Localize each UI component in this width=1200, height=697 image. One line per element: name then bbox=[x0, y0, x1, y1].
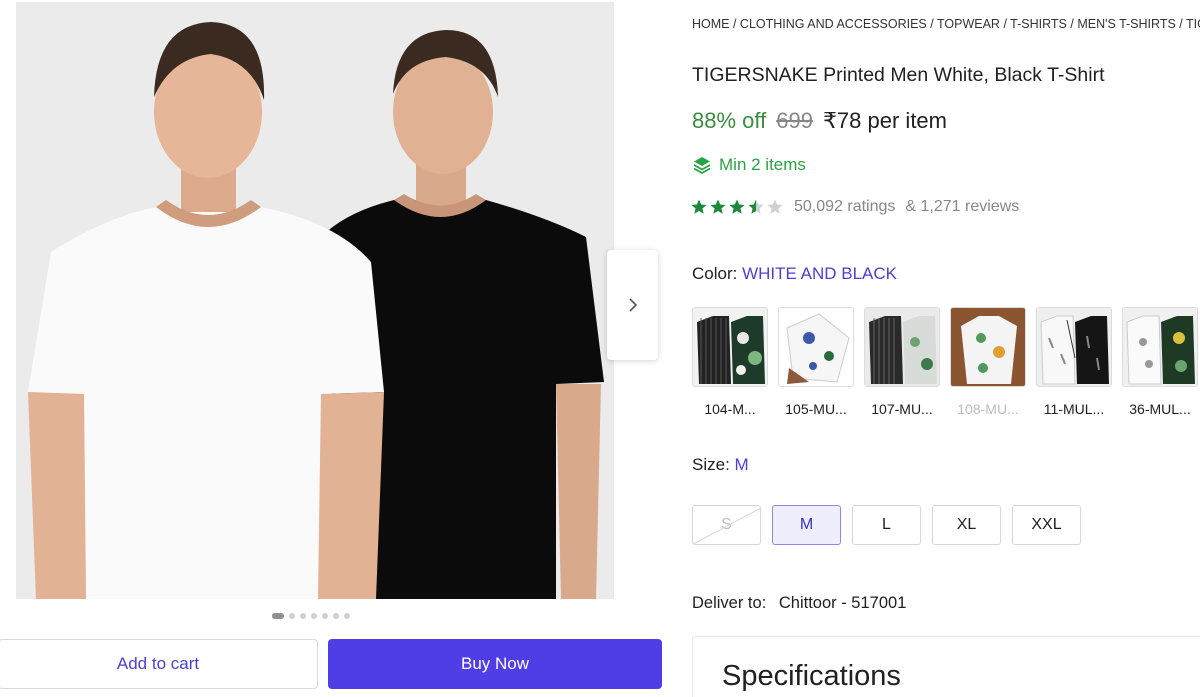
swatch-label: 108-MU... bbox=[957, 401, 1019, 417]
color-swatch[interactable]: 36-MUL... bbox=[1122, 307, 1198, 417]
color-label-text: Color: bbox=[692, 264, 738, 283]
color-swatch[interactable]: 105-MU... bbox=[778, 307, 854, 417]
delivery-location: Chittoor - 517001 bbox=[778, 594, 907, 612]
rating-stars bbox=[690, 198, 784, 216]
size-option-m[interactable]: M bbox=[772, 505, 841, 545]
swatch-image bbox=[1036, 307, 1112, 387]
star-icon bbox=[691, 199, 707, 214]
gallery-dot[interactable] bbox=[333, 613, 339, 619]
size-option-xxl[interactable]: XXL bbox=[1012, 505, 1081, 545]
swatch-label: 105-MU... bbox=[785, 401, 847, 417]
breadcrumb-separator: / bbox=[999, 17, 1011, 31]
star-icon bbox=[729, 199, 745, 214]
product-photo bbox=[16, 2, 614, 599]
product-main-image[interactable] bbox=[16, 2, 614, 599]
breadcrumb-item[interactable]: MEN'S T-SHIRTS bbox=[1077, 17, 1175, 31]
breadcrumb-item[interactable]: HOME bbox=[692, 17, 730, 31]
star-icon bbox=[748, 199, 764, 214]
size-label-text: Size: bbox=[692, 455, 730, 474]
swatch-image bbox=[778, 307, 854, 387]
color-swatch[interactable]: 107-MU... bbox=[864, 307, 940, 417]
swatch-image bbox=[950, 307, 1026, 387]
specifications-title: Specifications bbox=[722, 660, 901, 692]
product-title: TIGERSNAKE Printed Men White, Black T-Sh… bbox=[692, 64, 1105, 86]
reviews-count: & 1,271 reviews bbox=[905, 198, 1020, 215]
min-items-text: Min 2 items bbox=[719, 155, 806, 174]
min-items-badge: Min 2 items bbox=[692, 155, 806, 175]
color-label: Color: WHITE AND BLACK bbox=[692, 264, 897, 284]
gallery-pagination[interactable] bbox=[272, 613, 350, 619]
breadcrumb-item[interactable]: TIG bbox=[1186, 17, 1200, 31]
swatch-image bbox=[1122, 307, 1198, 387]
size-selected-value: M bbox=[734, 455, 749, 474]
mrp-price: 699 bbox=[776, 108, 813, 133]
breadcrumb-separator: / bbox=[1066, 17, 1078, 31]
breadcrumb-separator: / bbox=[1175, 17, 1186, 31]
delivery-label: Deliver to: bbox=[692, 594, 767, 612]
selling-price: ₹78 per item bbox=[822, 108, 947, 133]
swatch-label: 104-M... bbox=[704, 401, 756, 417]
breadcrumb-separator: / bbox=[729, 17, 740, 31]
add-to-cart-button[interactable]: Add to cart bbox=[0, 639, 318, 689]
swatch-image bbox=[692, 307, 768, 387]
gallery-dot[interactable] bbox=[272, 613, 284, 619]
breadcrumb-separator: / bbox=[926, 17, 937, 31]
ratings-count: 50,092 ratings bbox=[794, 198, 896, 215]
buy-now-button[interactable]: Buy Now bbox=[328, 639, 662, 689]
delivery-row[interactable]: Deliver to: Chittoor - 517001 bbox=[692, 594, 906, 613]
price-row: 88% off 699 ₹78 per item bbox=[692, 108, 947, 134]
layers-icon bbox=[693, 157, 711, 175]
breadcrumb-item[interactable]: TOPWEAR bbox=[937, 17, 1000, 31]
discount-label: 88% off bbox=[692, 108, 767, 133]
star-icon bbox=[710, 199, 726, 214]
color-swatch[interactable]: 108-MU... bbox=[950, 307, 1026, 417]
star-icon bbox=[767, 199, 783, 214]
color-selected-value: WHITE AND BLACK bbox=[742, 264, 898, 283]
gallery-dot[interactable] bbox=[311, 613, 317, 619]
color-swatch[interactable]: 104-M... bbox=[692, 307, 768, 417]
size-option-l[interactable]: L bbox=[852, 505, 921, 545]
size-option-s[interactable]: S bbox=[692, 505, 761, 545]
gallery-dot[interactable] bbox=[322, 613, 328, 619]
swatch-label: 11-MUL... bbox=[1043, 401, 1105, 417]
color-swatch[interactable]: 11-MUL... bbox=[1036, 307, 1112, 417]
size-label: Size: M bbox=[692, 455, 749, 475]
gallery-dot[interactable] bbox=[300, 613, 306, 619]
color-swatch-list: 104-M... 105-MU... 107-MU... 108-MU... 1… bbox=[692, 307, 1198, 417]
swatch-image bbox=[864, 307, 940, 387]
swatch-label: 107-MU... bbox=[871, 401, 933, 417]
size-option-xl[interactable]: XL bbox=[932, 505, 1001, 545]
swatch-label: 36-MUL... bbox=[1129, 401, 1191, 417]
breadcrumb-item[interactable]: CLOTHING AND ACCESSORIES bbox=[740, 17, 927, 31]
rating-row[interactable]: 50,092 ratings & 1,271 reviews bbox=[690, 198, 1019, 216]
chevron-right-icon bbox=[628, 298, 637, 312]
gallery-dot[interactable] bbox=[344, 613, 350, 619]
breadcrumb-item[interactable]: T-SHIRTS bbox=[1010, 17, 1067, 31]
gallery-next-button[interactable] bbox=[607, 250, 658, 360]
size-options: S M L XL XXL bbox=[692, 505, 1081, 545]
gallery-dot[interactable] bbox=[289, 613, 295, 619]
breadcrumb: HOME / CLOTHING AND ACCESSORIES / TOPWEA… bbox=[692, 17, 1200, 31]
